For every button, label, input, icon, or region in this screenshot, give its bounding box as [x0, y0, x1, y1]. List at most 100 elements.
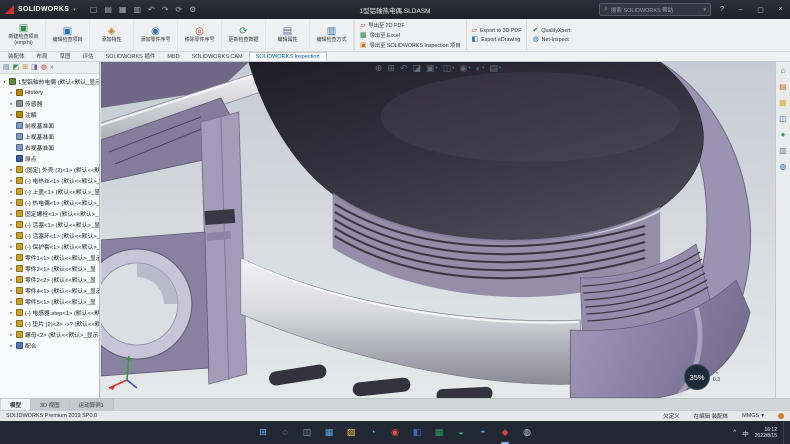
dropdown-arrow-icon[interactable]: ▾	[482, 66, 484, 71]
redo-icon[interactable]: ↷	[162, 6, 169, 14]
tree-item[interactable]: ▸ (-) 上盖<1> (默认<<默认>_显示状	[0, 186, 99, 197]
expand-arrow-icon[interactable]: ▸	[9, 200, 14, 206]
tab-model[interactable]: 模型	[1, 399, 31, 410]
new-file-icon[interactable]: ▢	[90, 6, 98, 14]
tree-item[interactable]: ▸ (-) 热电偶<1> (默认<<默认>_显	[0, 197, 99, 208]
expand-arrow-icon[interactable]: ▸	[9, 343, 14, 349]
tree-item[interactable]: ▸ (-) 活塞环<1> (默认<<默认>_显示	[0, 230, 99, 241]
dropdown-arrow-icon[interactable]: ▾	[468, 66, 470, 71]
undo-icon[interactable]: ↶	[148, 6, 155, 14]
zoom-fit-icon[interactable]: ⊕	[375, 64, 383, 73]
tab-assembly[interactable]: 装配体	[2, 51, 31, 61]
options-icon[interactable]: ⚙	[189, 6, 196, 14]
search-box[interactable]: ⌕ 搜索 SOLIDWORKS 帮助 ▾	[599, 3, 711, 16]
propertymanager-tab-icon[interactable]: ◩	[13, 64, 20, 71]
update-inspection-button[interactable]: ⟳ 更新检查数据	[222, 20, 266, 50]
expand-arrow-icon[interactable]: ▾	[2, 79, 7, 85]
appearances-icon[interactable]: ●	[781, 131, 786, 139]
units-selector[interactable]: MMGS ▾	[742, 413, 764, 419]
featuremanager-tab-icon[interactable]: ▤	[3, 64, 10, 71]
tree-item[interactable]: ▸ 零件5<1> (默认<<默认>_显	[0, 296, 99, 307]
section-view-icon[interactable]: ◪	[412, 64, 421, 73]
expand-arrow-icon[interactable]: ▸	[9, 167, 14, 173]
tree-item[interactable]: 上视基准面	[0, 131, 99, 142]
close-button[interactable]: ×	[773, 0, 788, 19]
tree-item[interactable]: ▸ 固定螺栓<1> (默认<<默认>_显示	[0, 208, 99, 219]
display-style-icon[interactable]: ◫ ▾	[443, 64, 455, 73]
open-file-icon[interactable]: ▤	[104, 6, 112, 14]
menu-expand-arrow-icon[interactable]: ▾	[73, 7, 76, 13]
expand-arrow-icon[interactable]: ▸	[9, 277, 14, 283]
tree-item[interactable]: ▸ (固定) 外壳 (2)<1> (默认<<默认>_显示状	[0, 164, 99, 175]
qq-button[interactable]: ◓	[476, 426, 490, 440]
expand-arrow-icon[interactable]: ▸	[9, 112, 14, 118]
expand-arrow-icon[interactable]: ▸	[9, 310, 14, 316]
scene-icon[interactable]: ▤ ▾	[489, 64, 501, 73]
tree-item[interactable]: 前视基准面	[0, 120, 99, 131]
tree-item[interactable]: ▸ 传感器	[0, 98, 99, 109]
file-explorer-button[interactable]: ▨	[344, 426, 358, 440]
media-player-button[interactable]: ◍	[520, 426, 534, 440]
tab-sw-cam[interactable]: SOLIDWORKS CAM	[186, 53, 249, 61]
task-view-button[interactable]: ◫	[300, 426, 314, 440]
expand-arrow-icon[interactable]: ▸	[9, 255, 14, 261]
previous-view-icon[interactable]: ↶	[400, 64, 408, 73]
tree-item[interactable]: ▸ 配合	[0, 340, 99, 351]
chrome-button[interactable]: ◉	[388, 426, 402, 440]
export-2d-pdf-button[interactable]: ▱ 导出至 2D PDF	[360, 21, 461, 29]
inspection-pane-icon[interactable]: ◍	[780, 163, 787, 171]
qualityxpert-button[interactable]: ✔ QualityXpert	[532, 27, 570, 34]
tree-item[interactable]: ▸ 零件4<1> (默认<<默认>_显示状	[0, 285, 99, 296]
tab-sw-inspection[interactable]: SOLIDWORKS Inspection	[249, 52, 327, 61]
design-library-icon[interactable]: ▤	[779, 83, 787, 91]
export-edrawing-button[interactable]: ◧ Export eDrawing	[472, 36, 522, 43]
tab-sketch[interactable]: 草图	[54, 51, 77, 61]
export-3d-pdf-button[interactable]: ▱ Export to 3D PDF	[472, 27, 522, 34]
net-inspect-button[interactable]: ◍ Net-Inspect	[532, 36, 570, 43]
tree-item[interactable]: ▸ 注解	[0, 109, 99, 120]
solidworks-resources-icon[interactable]: ⌂	[781, 67, 786, 75]
print-icon[interactable]: ▥	[133, 6, 141, 14]
view-palette-icon[interactable]: ◫	[779, 115, 787, 123]
appearance-icon[interactable]: ◐ ▾	[476, 64, 485, 73]
expand-arrow-icon[interactable]: ▸	[9, 189, 14, 195]
overlay-percent-badge[interactable]: 35%	[684, 364, 710, 390]
tab-sw-addins[interactable]: SOLIDWORKS 插件	[100, 51, 162, 61]
dropdown-arrow-icon[interactable]: ▾	[436, 66, 438, 71]
recording-overlay[interactable]: 35% ◔ 0.3	[684, 364, 720, 390]
hide-show-icon[interactable]: ◉ ▾	[460, 64, 471, 73]
zoom-area-icon[interactable]: ⊞	[387, 64, 395, 73]
taskbar-clock[interactable]: 16:12 2022/8/15	[755, 427, 777, 439]
ime-indicator[interactable]: 中	[742, 428, 749, 438]
tree-item[interactable]: 原点	[0, 153, 99, 164]
custom-properties-icon[interactable]: ▥	[779, 147, 787, 155]
word-button[interactable]: ◧	[410, 426, 424, 440]
help-button[interactable]: ?	[716, 6, 728, 13]
graphics-viewport[interactable]: ⊕ ⊞ ↶ ◪ ▣ ▾ ◫ ▾ ◉ ▾ ◐ ▾ ▤ ▾ 35%	[101, 62, 775, 398]
expand-arrow-icon[interactable]: ▸	[9, 222, 14, 228]
tree-item[interactable]: ▸ History	[0, 87, 99, 98]
expand-arrow-icon[interactable]: ▸	[9, 288, 14, 294]
tree-item[interactable]: ▸ 零件2<2> (默认<<默认>_显	[0, 274, 99, 285]
expand-arrow-icon[interactable]: ▸	[9, 332, 14, 338]
tree-item[interactable]: ▸ (-) 活塞<1> (默认<<默认>_显	[0, 219, 99, 230]
expand-arrow-icon[interactable]: ▸	[9, 178, 14, 184]
export-excel-button[interactable]: ▦ 导出至 Excel	[360, 31, 461, 39]
tree-item[interactable]: 右视基准面	[0, 142, 99, 153]
export-inspection-project-button[interactable]: ▣ 导出至 SOLIDWORKS Inspection 项目	[360, 41, 461, 49]
add-balloons-button[interactable]: ◉ 添加零件序号	[134, 20, 178, 50]
view-orientation-icon[interactable]: ▣ ▾	[426, 64, 438, 73]
search-dropdown-arrow-icon[interactable]: ▾	[703, 7, 706, 13]
search-button[interactable]: ◌	[278, 426, 292, 440]
displaymanager-tab-icon[interactable]: ◍	[41, 64, 47, 71]
tree-item[interactable]: ▸ (-) 垫片 (2)<2> ->? (默认<<默认>	[0, 318, 99, 329]
tree-item[interactable]: ▸ 螺母<2> (默认<<默认>_显示状态	[0, 329, 99, 340]
tab-motion-study[interactable]: 运动算例1	[70, 399, 114, 410]
expand-arrow-icon[interactable]: ▸	[9, 321, 14, 327]
expand-arrow-icon[interactable]: ▸	[9, 244, 14, 250]
remove-balloons-button[interactable]: ◎ 移除零件序号	[178, 20, 222, 50]
start-button[interactable]: ⊞	[256, 426, 270, 440]
save-icon[interactable]: ▦	[119, 6, 127, 14]
dimxpert-tab-icon[interactable]: ◨	[31, 64, 38, 71]
edit-properties-button[interactable]: ▤ 编辑属性	[266, 20, 310, 50]
